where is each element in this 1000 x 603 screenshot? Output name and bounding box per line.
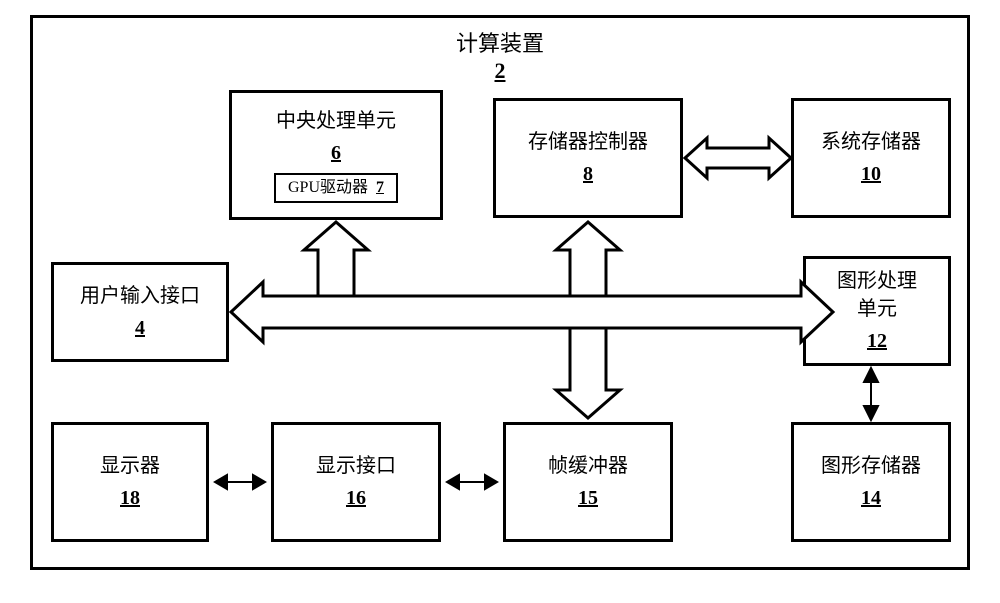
- arrow-gpu-gfxmem: [864, 368, 878, 420]
- arrow-display-dispif: [215, 475, 265, 489]
- gpu-num: 12: [867, 327, 887, 355]
- cpu-label: 中央处理单元: [276, 107, 396, 135]
- user-input-box: 用户输入接口 4: [51, 262, 229, 362]
- frame-buf-box: 帧缓冲器 15: [503, 422, 673, 542]
- bus-label: 总线 20: [463, 298, 534, 327]
- disp-if-box: 显示接口 16: [271, 422, 441, 542]
- bus-arrow-to-cpu: [304, 222, 368, 296]
- frame-buf-label: 帧缓冲器: [548, 452, 628, 480]
- display-num: 18: [120, 484, 140, 512]
- frame-buf-num: 15: [578, 484, 598, 512]
- arrow22-num: 22: [725, 143, 745, 165]
- mem-ctrl-label: 存储器控制器: [528, 128, 648, 156]
- disp-if-label: 显示接口: [316, 452, 396, 480]
- bus-arrow-to-framebuf: [556, 328, 620, 418]
- user-input-label: 用户输入接口: [80, 282, 200, 310]
- gpu-driver-label: GPU驱动器: [288, 177, 368, 199]
- disp-if-num: 16: [346, 484, 366, 512]
- title-label: 计算装置: [456, 31, 544, 56]
- sys-mem-num: 10: [861, 160, 881, 188]
- bus-text: 总线: [463, 304, 503, 326]
- bus-num: 20: [514, 304, 534, 326]
- cpu-num: 6: [331, 139, 341, 167]
- mem-ctrl-box: 存储器控制器 8: [493, 98, 683, 218]
- mem-ctrl-num: 8: [583, 160, 593, 188]
- diagram-title: 计算装置 2: [456, 26, 544, 84]
- user-input-num: 4: [135, 314, 145, 342]
- sys-mem-label: 系统存储器: [821, 128, 921, 156]
- gpu-label2: 单元: [857, 295, 897, 323]
- gfx-mem-label: 图形存储器: [821, 452, 921, 480]
- arrow22-label: 22: [725, 143, 745, 166]
- display-label: 显示器: [100, 452, 160, 480]
- cpu-box: 中央处理单元 6 GPU驱动器 7: [229, 90, 443, 220]
- display-box: 显示器 18: [51, 422, 209, 542]
- gfx-mem-box: 图形存储器 14: [791, 422, 951, 542]
- gpu-box: 图形处理 单元 12: [803, 256, 951, 366]
- bus-arrow-to-memctrl: [556, 222, 620, 296]
- gpu-label1: 图形处理: [837, 267, 917, 295]
- gpu-driver-num: 7: [376, 177, 384, 199]
- computing-device-frame: 计算装置 2 中央处理单元 6 GPU驱动器 7 存储器控制器 8 系统存储器 …: [30, 15, 970, 570]
- gpu-driver-box: GPU驱动器 7: [274, 173, 398, 203]
- arrow-dispif-framebuf: [447, 475, 497, 489]
- sys-mem-box: 系统存储器 10: [791, 98, 951, 218]
- gfx-mem-num: 14: [861, 484, 881, 512]
- title-num: 2: [494, 58, 505, 83]
